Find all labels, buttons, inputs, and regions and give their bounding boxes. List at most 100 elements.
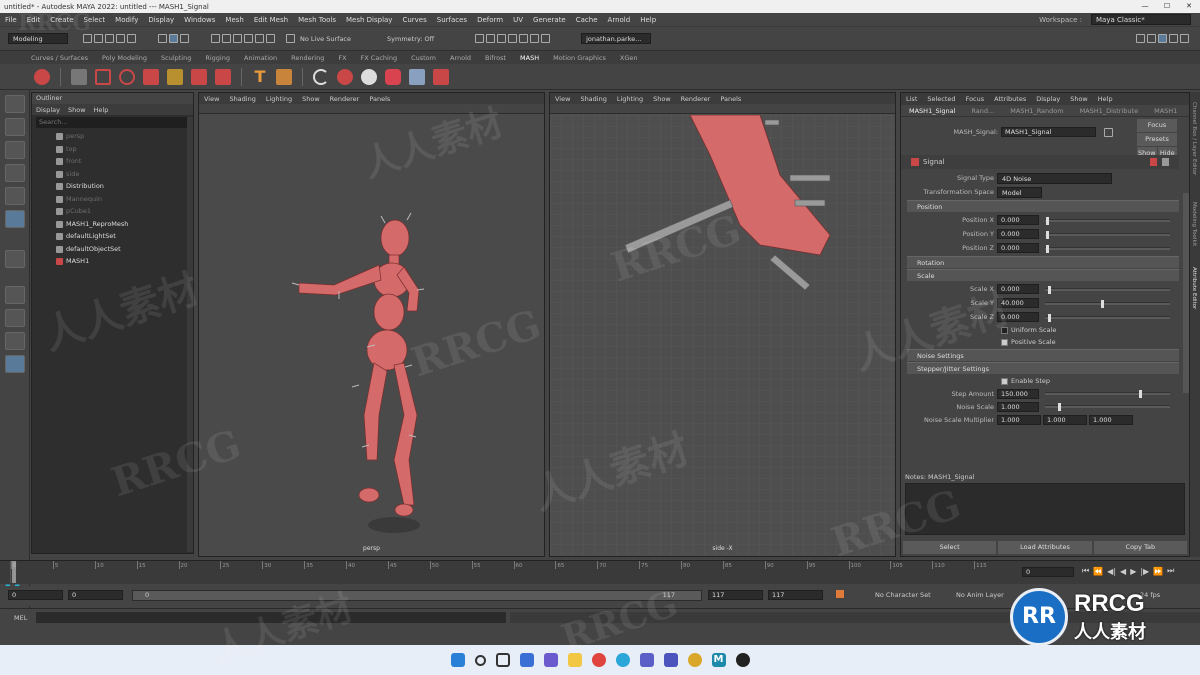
outliner-menu-display[interactable]: Display [36, 106, 60, 114]
symmetry-label[interactable]: Symmetry: Off [387, 35, 434, 43]
vp1-menu-show[interactable]: Show [302, 95, 320, 103]
mash-repro-icon[interactable] [95, 68, 111, 85]
vp1-menu-shading[interactable]: Shading [229, 95, 255, 103]
scale-slider[interactable] [1045, 313, 1170, 322]
outliner-item[interactable]: Mannequin [32, 193, 193, 206]
outliner-item[interactable]: defaultLightSet [32, 230, 193, 243]
playback-end-field[interactable]: 117 [708, 590, 763, 600]
rotate-tool-icon[interactable] [5, 187, 25, 205]
mash-apple-icon[interactable] [361, 68, 377, 85]
copy-tab-button[interactable]: Copy Tab [1093, 541, 1187, 554]
side-tab-attribute-editor[interactable]: Attribute Editor [1191, 267, 1197, 309]
focus-button[interactable]: Focus [1137, 119, 1177, 132]
edge-icon[interactable] [615, 653, 630, 667]
shelf-tab-mash[interactable]: MASH [520, 54, 539, 62]
snap-surface-icon[interactable] [255, 34, 264, 43]
redo-icon[interactable] [127, 34, 136, 43]
four-pane-icon[interactable] [5, 309, 25, 327]
attr-menu-help[interactable]: Help [1098, 95, 1113, 103]
menu-curves[interactable]: Curves [402, 16, 426, 24]
viewport-toolbar[interactable] [199, 104, 544, 114]
command-input[interactable] [36, 612, 506, 623]
position-slider[interactable] [1045, 230, 1170, 239]
position-field[interactable]: 0.000 [997, 229, 1039, 239]
two-pane-icon[interactable] [5, 332, 25, 350]
select-tool-icon[interactable] [5, 95, 25, 113]
channel-box-icon[interactable] [1180, 34, 1189, 43]
shelf-tab-motion-graphics[interactable]: Motion Graphics [553, 54, 606, 62]
nsm-z-field[interactable]: 1.000 [1089, 414, 1133, 425]
position-slider-knob[interactable] [1046, 244, 1050, 253]
vp1-menu-panels[interactable]: Panels [369, 95, 390, 103]
render-frame-icon[interactable] [475, 34, 485, 43]
snap-view-icon[interactable] [244, 34, 253, 43]
enable-step-checkbox[interactable] [1001, 377, 1008, 385]
shelf-tab-poly-modeling[interactable]: Poly Modeling [102, 54, 147, 62]
shelf-tab-animation[interactable]: Animation [244, 54, 277, 62]
shelf-tab-fx-caching[interactable]: FX Caching [361, 54, 398, 62]
vp2-menu-show[interactable]: Show [653, 95, 671, 103]
shelf-tab-curves-surfaces[interactable]: Curves / Surfaces [31, 54, 88, 62]
tool-settings-icon[interactable] [1169, 34, 1178, 43]
command-language-label[interactable]: MEL [14, 614, 27, 622]
minimize-button[interactable]: — [1134, 0, 1156, 13]
play-back-icon[interactable]: ◀ [1120, 567, 1126, 576]
scale-field[interactable]: 0.000 [997, 284, 1039, 294]
mash-paint-icon[interactable] [433, 68, 449, 85]
component-mode-icon[interactable] [180, 34, 189, 43]
noise-settings-frame[interactable]: Noise Settings [907, 349, 1179, 361]
teams-2-icon[interactable] [663, 653, 678, 667]
timeline-playhead[interactable] [12, 561, 16, 583]
shelf-tab-arnold[interactable]: Arnold [450, 54, 471, 62]
rotation-frame[interactable]: Rotation [907, 256, 1179, 268]
stepper-settings-frame[interactable]: Stepper/Jitter Settings [907, 362, 1179, 374]
time-slider[interactable]: 0 5 10 15 20 25 30 35 40 45 50 55 60 65 70 75 80 85 90 95 10… [0, 560, 1200, 584]
mash-flight-icon[interactable] [191, 68, 207, 85]
step-amount-slider[interactable] [1045, 390, 1170, 398]
character-controls-icon[interactable] [1147, 34, 1156, 43]
task-view-icon[interactable] [495, 653, 510, 667]
menu-modify[interactable]: Modify [115, 16, 138, 24]
viewport-side[interactable]: View Shading Lighting Show Renderer Pane… [549, 92, 896, 557]
scale-field[interactable]: 0.000 [997, 312, 1039, 322]
user-account[interactable]: jonathan.parke... [581, 33, 652, 44]
menu-edit-mesh[interactable]: Edit Mesh [254, 16, 288, 24]
vp2-menu-panels[interactable]: Panels [720, 95, 741, 103]
mash-signal-icon[interactable] [143, 68, 159, 85]
position-slider[interactable] [1045, 244, 1170, 253]
snap-grid-icon[interactable] [211, 34, 220, 43]
menu-cache[interactable]: Cache [576, 16, 598, 24]
mash-create-icon[interactable] [34, 68, 50, 85]
signal-type-select[interactable]: 4D Noise [997, 172, 1112, 184]
attr-menu-focus[interactable]: Focus [966, 95, 985, 103]
snap-curve-icon[interactable] [222, 34, 231, 43]
outliner-item[interactable]: Distribution [32, 180, 193, 193]
last-tool-icon[interactable] [5, 250, 25, 268]
mash-list-icon[interactable] [71, 68, 87, 85]
positive-scale-checkbox[interactable] [1001, 338, 1008, 346]
scale-slider[interactable] [1045, 285, 1170, 294]
save-scene-icon[interactable] [105, 34, 114, 43]
live-surface-label[interactable]: No Live Surface [300, 35, 351, 43]
snap-point-icon[interactable] [233, 34, 242, 43]
new-scene-icon[interactable] [83, 34, 92, 43]
nsm-y-field[interactable]: 1.000 [1043, 414, 1087, 425]
scale-slider-knob[interactable] [1101, 299, 1105, 308]
mash-dynamics-icon[interactable] [215, 68, 231, 85]
side-tab-channel-box[interactable]: Channel Box / Layer Editor [1191, 102, 1197, 175]
maya-taskbar-icon[interactable]: M [711, 653, 726, 667]
tab-mash1-distribute[interactable]: MASH1_Distribute [1080, 107, 1138, 115]
scale-slider-knob[interactable] [1047, 285, 1051, 294]
menu-edit[interactable]: Edit [27, 16, 41, 24]
presets-button[interactable]: Presets [1137, 133, 1177, 146]
transform-space-select[interactable]: Model [997, 186, 1042, 198]
lasso-tool-icon[interactable] [5, 118, 25, 136]
node-input-icon[interactable] [1104, 127, 1113, 137]
widgets-icon[interactable] [519, 653, 534, 667]
attr-menu-show[interactable]: Show [1070, 95, 1088, 103]
position-slider-knob[interactable] [1046, 216, 1050, 225]
current-frame-field[interactable]: 0 [1022, 567, 1074, 577]
nsm-x-field[interactable]: 1.000 [997, 414, 1041, 425]
step-forward-frame-icon[interactable]: |▶ [1140, 567, 1149, 576]
shelf-tab-sculpting[interactable]: Sculpting [161, 54, 191, 62]
